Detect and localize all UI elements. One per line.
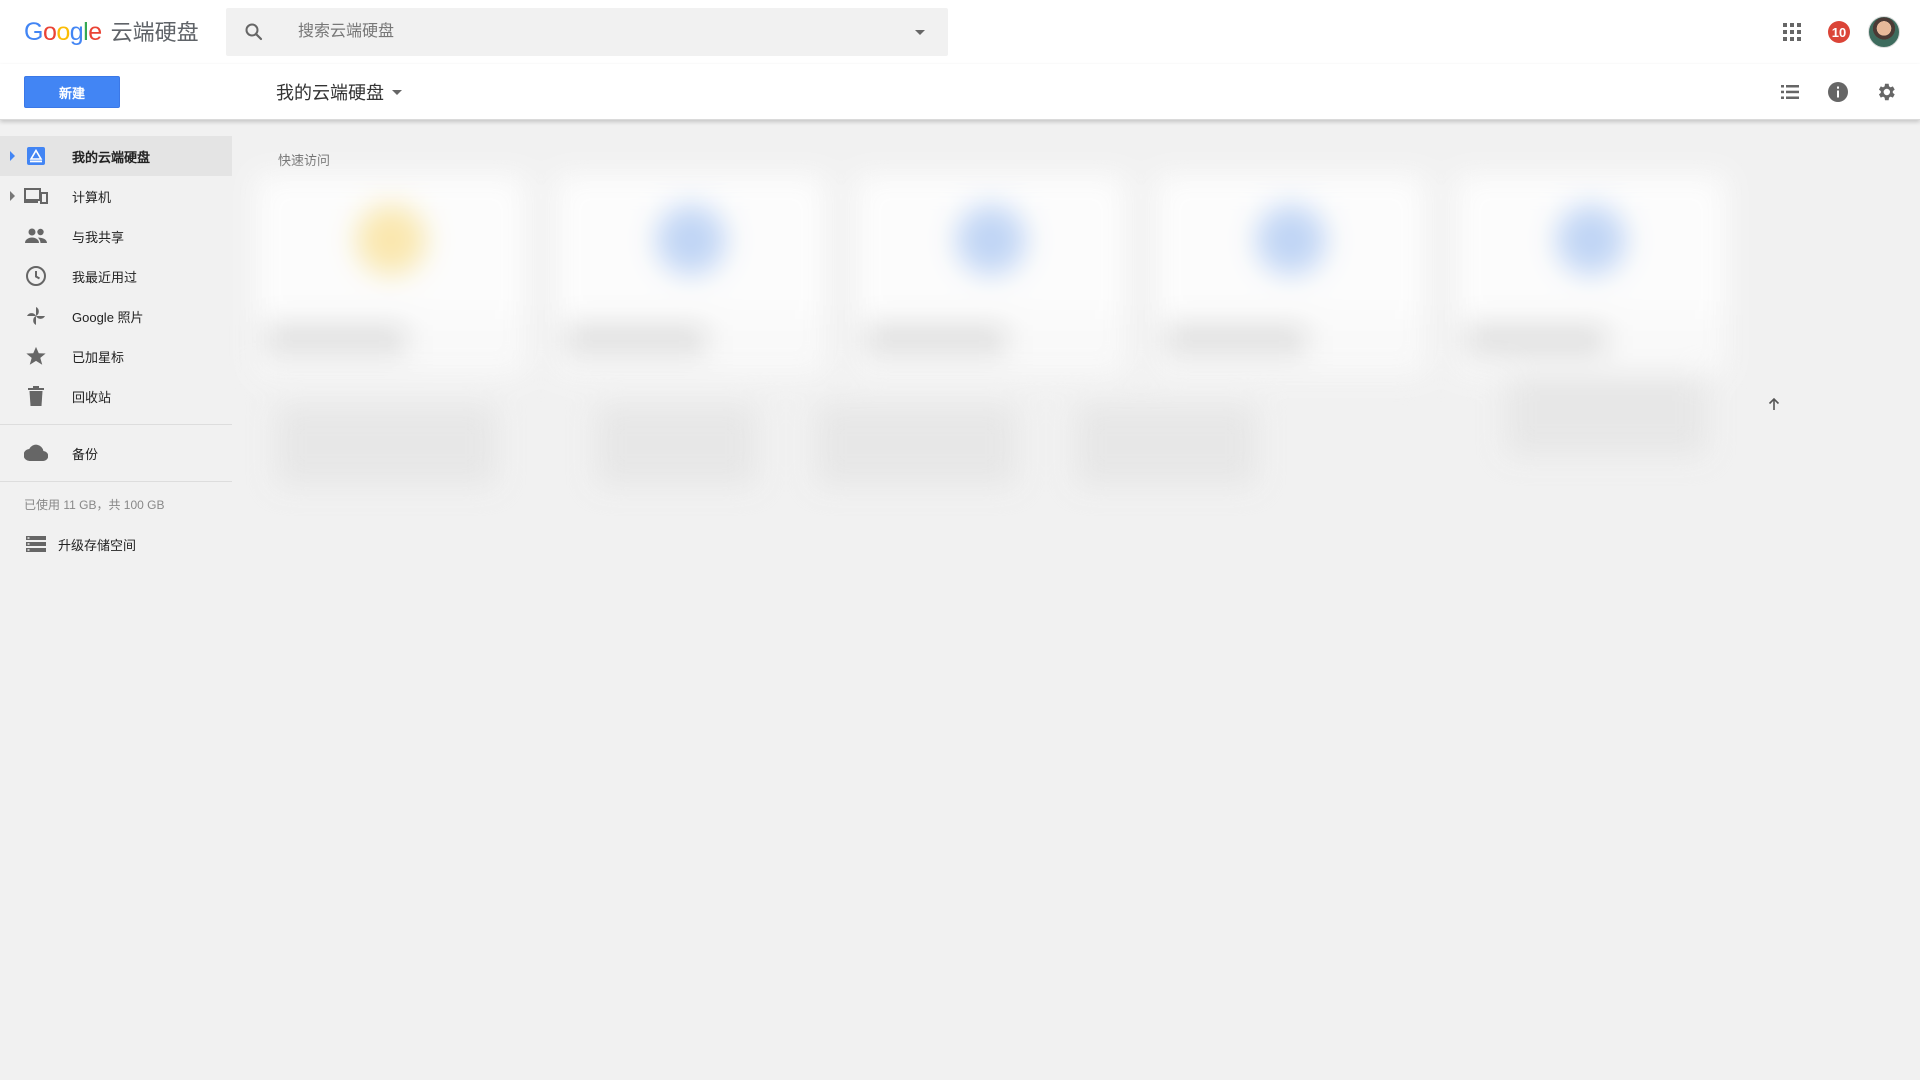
quick-access-loading-placeholder xyxy=(256,175,1766,615)
sidebar-item-google-photos[interactable]: Google 照片 xyxy=(0,296,232,336)
storage-icon xyxy=(24,532,48,556)
info-icon[interactable] xyxy=(1818,72,1858,112)
chevron-down-icon xyxy=(392,89,402,95)
arrow-up-icon[interactable] xyxy=(1762,392,1786,416)
breadcrumb-label: 我的云端硬盘 xyxy=(276,83,384,103)
new-button[interactable]: 新建 xyxy=(24,76,120,108)
sidebar-item-shared-with-me[interactable]: 与我共享 xyxy=(0,216,232,256)
sidebar-item-label: 备份 xyxy=(72,446,99,462)
settings-icon[interactable] xyxy=(1866,72,1906,112)
sidebar-item-starred[interactable]: 已加星标 xyxy=(0,336,232,376)
sidebar-item-label: 与我共享 xyxy=(72,229,125,245)
sidebar-item-recent[interactable]: 我最近用过 xyxy=(0,256,232,296)
shared-people-icon xyxy=(24,224,48,248)
sidebar-item-my-drive[interactable]: 我的云端硬盘 xyxy=(0,136,232,176)
row-placeholder xyxy=(596,405,756,485)
storage-usage-text: 已使用 11 GB，共 100 GB xyxy=(24,498,165,512)
computers-icon xyxy=(24,184,48,208)
top-bar: Google 云端硬盘 10 xyxy=(0,0,1920,64)
search-box[interactable] xyxy=(226,8,948,56)
row-placeholder xyxy=(276,405,496,485)
sidebar-item-label: Google 照片 xyxy=(72,309,144,325)
trash-icon xyxy=(24,384,48,408)
file-card-placeholder xyxy=(856,175,1126,375)
row-placeholder xyxy=(1506,375,1706,455)
file-card-placeholder xyxy=(256,175,526,375)
list-view-icon[interactable] xyxy=(1770,72,1810,112)
action-bar: 新建 我的云端硬盘 xyxy=(0,64,1920,120)
file-card-placeholder xyxy=(556,175,826,375)
sidebar-item-label: 计算机 xyxy=(72,189,112,205)
view-controls xyxy=(1762,72,1906,112)
sidebar-item-label: 回收站 xyxy=(72,389,112,405)
google-wordmark: Google xyxy=(24,18,102,46)
divider xyxy=(0,424,232,425)
sidebar-item-label: 我的云端硬盘 xyxy=(72,149,151,165)
app-logo[interactable]: Google 云端硬盘 xyxy=(24,17,199,48)
star-icon xyxy=(24,344,48,368)
sidebar-item-label: 已加星标 xyxy=(72,349,125,365)
cloud-icon xyxy=(24,441,48,465)
search-icon[interactable] xyxy=(242,20,266,44)
avatar[interactable] xyxy=(1868,16,1900,48)
sidebar-item-computers[interactable]: 计算机 xyxy=(0,176,232,216)
row-placeholder xyxy=(816,405,1016,485)
search-input[interactable] xyxy=(296,8,856,56)
expand-arrow-icon[interactable] xyxy=(10,151,15,161)
drive-icon xyxy=(24,144,48,168)
pinwheel-icon xyxy=(24,304,48,328)
sidebar-item-label: 我最近用过 xyxy=(72,269,138,285)
sidebar: 我的云端硬盘 计算机 与我共享 我最近用过 Google 照片 已加星标 回收站… xyxy=(0,120,232,1080)
sidebar-item-backups[interactable]: 备份 xyxy=(0,433,232,473)
apps-grid-icon[interactable] xyxy=(1772,12,1812,52)
search-options-dropdown-icon[interactable] xyxy=(908,20,932,44)
quick-access-title: 快速访问 xyxy=(278,153,331,168)
upgrade-storage-link[interactable]: 升级存储空间 xyxy=(0,524,232,564)
sidebar-item-trash[interactable]: 回收站 xyxy=(0,376,232,416)
main-content: 快速访问 xyxy=(256,120,1896,1080)
expand-arrow-icon[interactable] xyxy=(10,191,15,201)
notification-badge[interactable]: 10 xyxy=(1828,21,1850,43)
divider xyxy=(0,481,232,482)
clock-icon xyxy=(24,264,48,288)
file-card-placeholder xyxy=(1456,175,1726,375)
file-card-placeholder xyxy=(1156,175,1426,375)
row-placeholder xyxy=(1076,405,1256,485)
upgrade-storage-label: 升级存储空间 xyxy=(58,537,137,553)
account-area: 10 xyxy=(1772,12,1900,52)
product-name: 云端硬盘 xyxy=(110,20,199,45)
breadcrumb[interactable]: 我的云端硬盘 xyxy=(276,76,402,108)
